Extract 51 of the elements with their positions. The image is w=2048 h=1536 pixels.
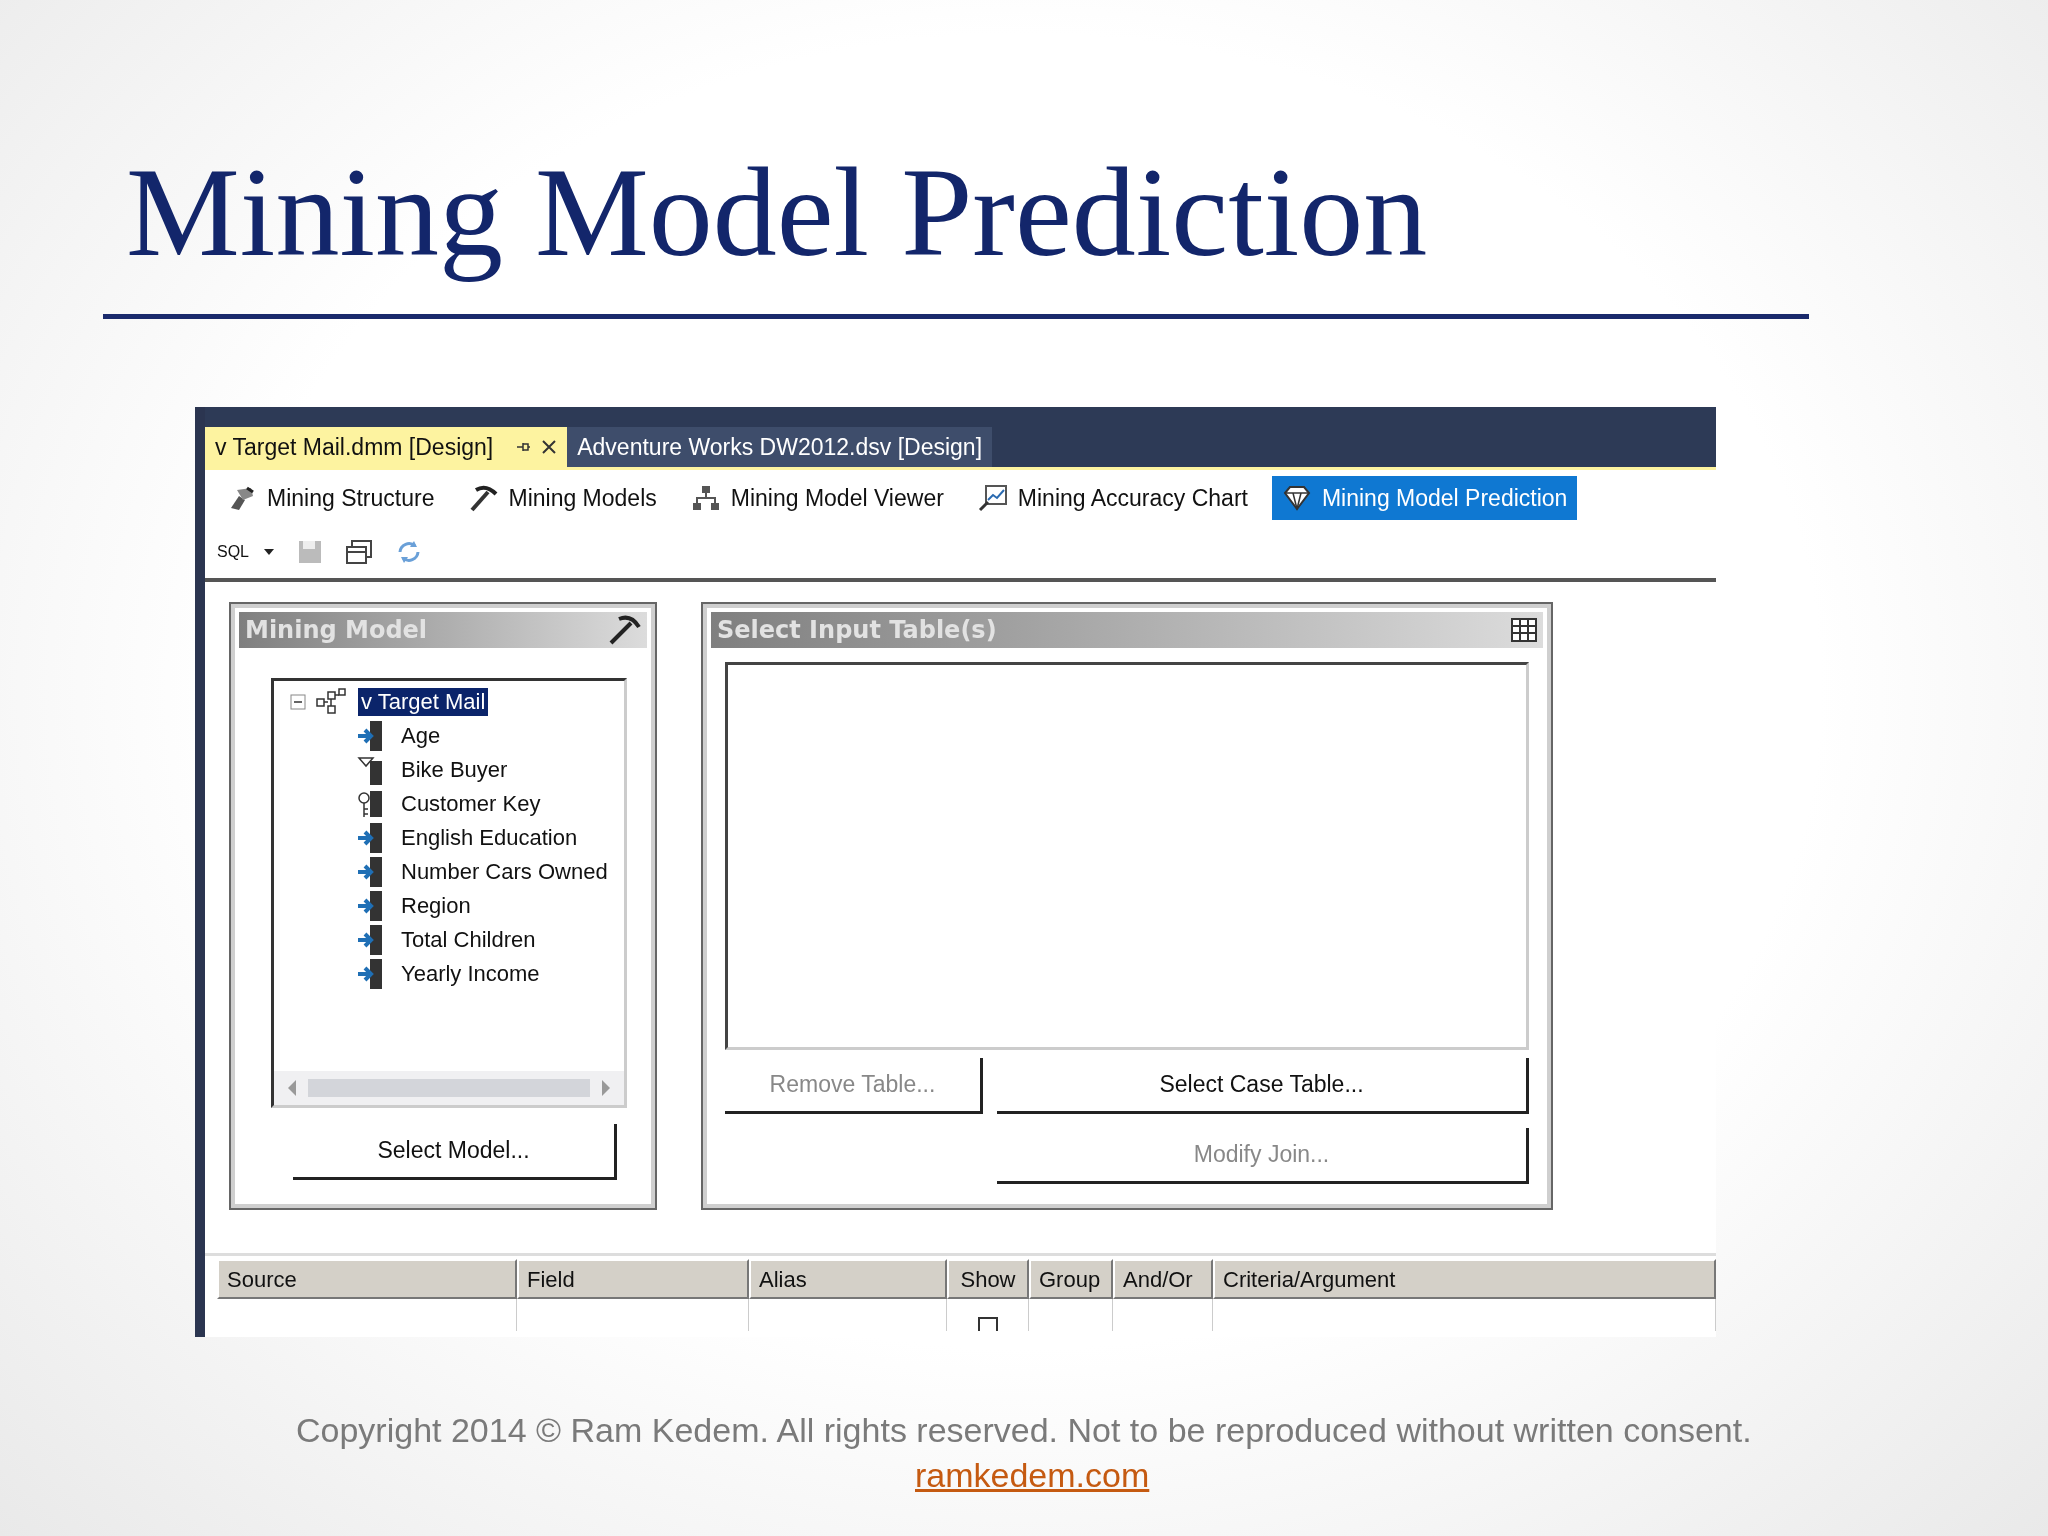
designer-tab[interactable]: Mining Model Prediction (1271, 476, 1578, 520)
tree-item[interactable]: v Target Mail (358, 688, 489, 716)
tree-item[interactable]: Age (398, 722, 444, 750)
slide-title: Mining Model Prediction (126, 140, 1428, 285)
column-header[interactable]: Field (517, 1259, 749, 1299)
panel-title: Mining Model (245, 616, 428, 644)
column-header[interactable]: Source (217, 1259, 517, 1299)
column-header[interactable]: Show (947, 1259, 1029, 1299)
predict-column-icon (356, 755, 384, 785)
query-mode-label[interactable]: SQL (217, 543, 249, 561)
hierarchy-icon (690, 484, 721, 512)
tree-item[interactable]: Customer Key (398, 790, 544, 818)
designer-tab[interactable]: Mining Accuracy Chart (967, 476, 1258, 520)
tree-item[interactable]: Bike Buyer (398, 756, 511, 784)
copyright-text: Copyright 2014 © Ram Kedem. All rights reserved. Not to be reproduced without written consent. (296, 1411, 1752, 1450)
tree-item[interactable]: Total Children (398, 926, 539, 954)
windows-icon[interactable] (345, 539, 373, 565)
chart-icon (977, 484, 1008, 512)
panel-title: Select Input Table(s) (717, 616, 997, 644)
table-grid-icon (1511, 618, 1537, 642)
designer-tab[interactable]: Mining Structure (217, 476, 445, 520)
collapse-icon[interactable] (290, 694, 306, 710)
input-column-icon (356, 925, 384, 955)
website-link[interactable]: ramkedem.com (915, 1456, 1150, 1495)
column-header[interactable]: Alias (749, 1259, 947, 1299)
select-case-table-button[interactable]: Select Case Table... (997, 1058, 1529, 1114)
tree-item[interactable]: Region (398, 892, 474, 920)
pickaxe-icon (607, 615, 641, 645)
input-column-icon (356, 721, 384, 751)
tree-item[interactable]: English Education (398, 824, 581, 852)
model-structure-icon (316, 688, 348, 716)
designer-tab[interactable]: Mining Models (458, 476, 667, 520)
document-tab[interactable]: Adventure Works DW2012.dsv [Design] (567, 427, 993, 467)
document-tab[interactable]: v Target Mail.dmm [Design] (205, 427, 568, 467)
column-header[interactable]: And/Or (1113, 1259, 1213, 1299)
tree-item[interactable]: Yearly Income (398, 960, 543, 988)
show-checkbox[interactable] (977, 1317, 998, 1331)
diamond-icon (1281, 484, 1312, 512)
input-column-icon (356, 891, 384, 921)
dropdown-caret-icon[interactable] (263, 548, 275, 556)
column-header[interactable]: Criteria/Argument (1213, 1259, 1716, 1299)
close-icon[interactable] (541, 439, 558, 455)
designer-tab[interactable]: Mining Model Viewer (680, 476, 954, 520)
tree-item[interactable]: Number Cars Owned (398, 858, 611, 886)
input-column-icon (356, 823, 384, 853)
select-model-button[interactable]: Select Model... (293, 1124, 617, 1180)
column-header[interactable]: Group (1029, 1259, 1113, 1299)
input-column-icon (356, 857, 384, 887)
input-column-icon (356, 959, 384, 989)
pickaxe-icon (468, 484, 499, 512)
key-column-icon (356, 789, 384, 819)
